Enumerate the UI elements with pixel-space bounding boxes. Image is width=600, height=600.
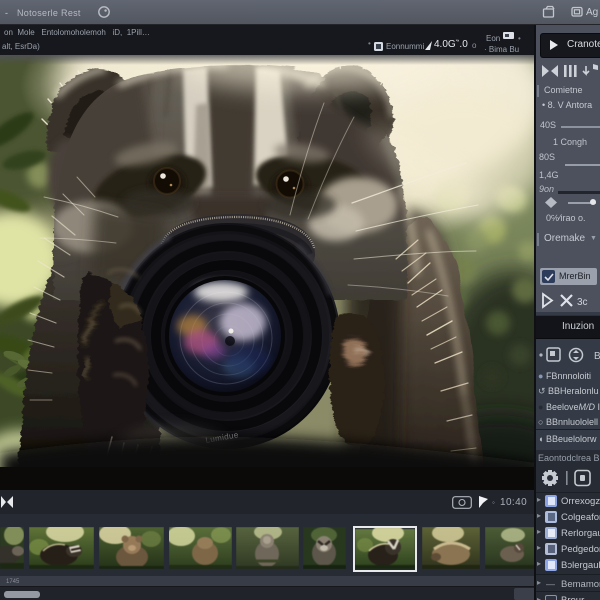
svg-text:3c: 3c (577, 297, 588, 308)
svg-text:B: B (594, 351, 600, 362)
